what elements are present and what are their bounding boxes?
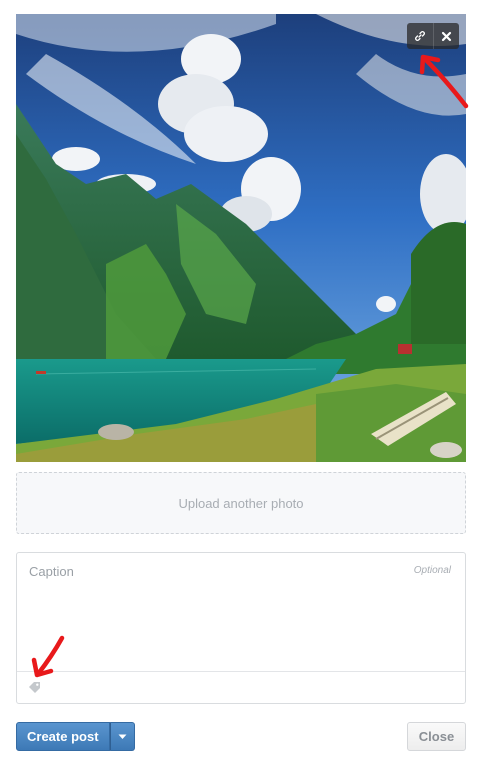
remove-photo-button[interactable] — [433, 23, 459, 49]
close-button[interactable]: Close — [407, 722, 466, 751]
caption-input[interactable]: Caption — [17, 553, 465, 673]
link-icon — [415, 31, 425, 41]
photo-controls — [407, 23, 459, 49]
caption-placeholder: Caption — [29, 564, 74, 579]
create-post-options-button[interactable] — [109, 722, 135, 751]
create-post-button[interactable]: Create post — [16, 722, 110, 751]
upload-another-photo[interactable]: Upload another photo — [16, 472, 466, 534]
tag-icon — [29, 682, 40, 693]
tags-input[interactable] — [17, 671, 465, 703]
photo-preview — [16, 14, 466, 462]
landscape-photo — [16, 14, 466, 462]
caption-field: Caption Optional — [16, 552, 466, 704]
upload-label: Upload another photo — [178, 495, 304, 511]
link-button[interactable] — [407, 23, 433, 49]
create-post-group: Create post — [16, 722, 135, 751]
caret-down-icon — [118, 734, 127, 739]
close-icon — [441, 31, 452, 41]
optional-label: Optional — [413, 565, 451, 576]
